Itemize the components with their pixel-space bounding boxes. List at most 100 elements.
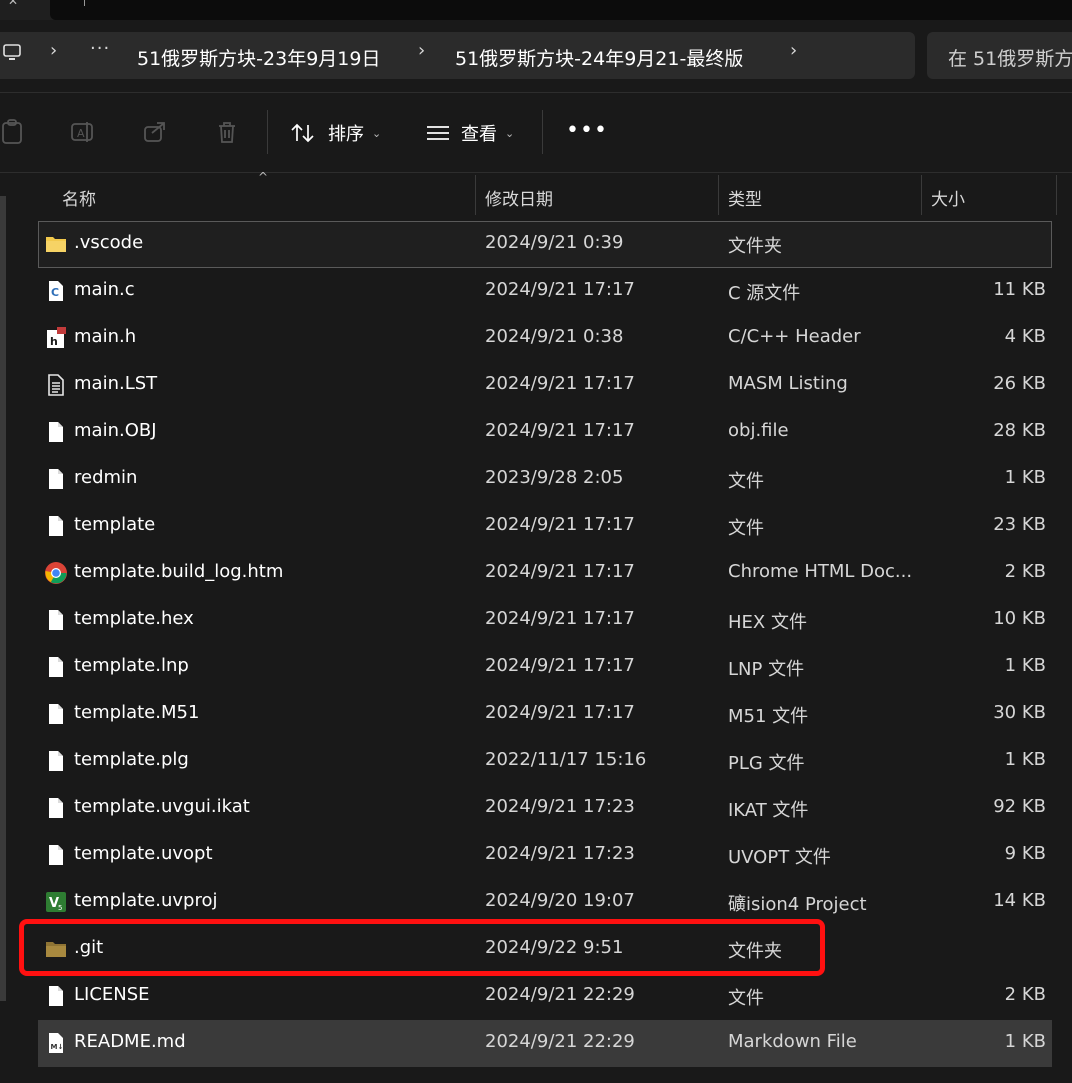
file-type: LNP 文件 [728, 659, 805, 680]
file-row[interactable]: main.LST 2024/9/21 17:17 MASM Listing 26 KB [38, 362, 1052, 409]
file-name: LICENSE [74, 984, 150, 1005]
file-name: template.build_log.htm [74, 561, 284, 582]
file-type: HEX 文件 [728, 612, 807, 633]
column-divider[interactable] [1056, 175, 1057, 215]
file-row[interactable]: redmin 2023/9/28 2:05 文件 1 KB [38, 456, 1052, 503]
file-size: 4 KB [1004, 326, 1046, 347]
file-date: 2024/9/21 17:23 [485, 796, 635, 817]
rename-icon[interactable]: A [69, 118, 97, 146]
file-row[interactable]: template.uvgui.ikat 2024/9/21 17:23 IKAT 文… [38, 785, 1052, 832]
divider [0, 172, 1072, 173]
header-file-icon: h [44, 326, 68, 350]
column-divider[interactable] [921, 175, 922, 215]
file-name: README.md [74, 1031, 186, 1052]
scrollbar[interactable] [0, 196, 6, 1001]
file-name: template.plg [74, 749, 189, 770]
file-icon [44, 655, 68, 679]
file-type: 文件 [728, 988, 764, 1009]
column-header-size[interactable]: 大小 [931, 177, 1055, 215]
column-header-date[interactable]: 修改日期 [485, 177, 717, 215]
file-size: 26 KB [993, 373, 1046, 394]
file-type: Chrome HTML Doc... [728, 561, 913, 582]
file-row[interactable]: .vscode 2024/9/21 0:39 文件夹 [38, 221, 1052, 268]
file-date: 2024/9/21 17:17 [485, 702, 635, 723]
file-row[interactable]: h main.h 2024/9/21 0:38 C/C++ Header 4 KB [38, 315, 1052, 362]
file-type: M51 文件 [728, 706, 809, 727]
column-header-name[interactable]: 名称 [62, 177, 474, 215]
column-header-type[interactable]: 类型 [728, 177, 920, 215]
breadcrumb-item-2[interactable]: 51俄罗斯方块-24年9月21-最终版 [455, 44, 743, 71]
svg-text:A: A [77, 127, 85, 140]
file-size: 92 KB [993, 796, 1046, 817]
file-type: MASM Listing [728, 373, 848, 394]
file-date: 2024/9/20 19:07 [485, 890, 635, 911]
file-row[interactable]: main.OBJ 2024/9/21 17:17 obj.file 28 KB [38, 409, 1052, 456]
file-type: PLG 文件 [728, 753, 805, 774]
column-divider[interactable] [718, 175, 719, 215]
file-row[interactable]: template.M51 2024/9/21 17:17 M51 文件 30 KB [38, 691, 1052, 738]
file-date: 2024/9/21 0:38 [485, 326, 624, 347]
file-date: 2024/9/21 17:17 [485, 420, 635, 441]
file-size: 30 KB [993, 702, 1046, 723]
file-type: 文件夹 [728, 236, 782, 257]
file-name: template.uvproj [74, 890, 218, 911]
file-type: C/C++ Header [728, 326, 861, 347]
file-size: 9 KB [1004, 843, 1046, 864]
file-size: 1 KB [1004, 1031, 1046, 1052]
chrome-icon [44, 561, 68, 585]
more-options-button[interactable]: ••• [566, 118, 608, 143]
file-row[interactable]: template.plg 2022/11/17 15:16 PLG 文件 1 KB [38, 738, 1052, 785]
file-type: UVOPT 文件 [728, 847, 831, 868]
file-name: main.c [74, 279, 135, 300]
file-name: .vscode [74, 232, 144, 253]
file-type: 礦ision4 Project [728, 894, 867, 915]
toolbar-separator [267, 110, 268, 154]
file-name: template.lnp [74, 655, 189, 676]
keil-project-icon: V5 [44, 890, 68, 914]
file-name: template.uvopt [74, 843, 213, 864]
file-icon [44, 749, 68, 773]
file-row[interactable]: template.hex 2024/9/21 17:17 HEX 文件 10 KB [38, 597, 1052, 644]
sort-label: 排序 [328, 124, 364, 145]
tab-strip-input[interactable] [50, 0, 1072, 20]
file-row[interactable]: template.lnp 2024/9/21 17:17 LNP 文件 1 KB [38, 644, 1052, 691]
view-button[interactable]: 查看 ⌄ [425, 116, 514, 150]
file-date: 2024/9/21 17:17 [485, 655, 635, 676]
file-row[interactable]: LICENSE 2024/9/21 22:29 文件 2 KB [38, 973, 1052, 1020]
command-bar: A 排序 ⌄ 查看 ⌄ ••• [0, 96, 1072, 172]
divider [0, 92, 1072, 93]
delete-icon[interactable] [213, 118, 241, 146]
sort-button[interactable]: 排序 ⌄ [290, 116, 381, 150]
file-row[interactable]: M↓ README.md 2024/9/21 22:29 Markdown File 1… [38, 1020, 1052, 1067]
file-size: 28 KB [993, 420, 1046, 441]
file-type: obj.file [728, 420, 789, 441]
this-pc-icon[interactable] [2, 43, 22, 63]
file-size: 1 KB [1004, 467, 1046, 488]
file-date: 2024/9/21 17:17 [485, 279, 635, 300]
search-input[interactable]: 在 51俄罗斯方 [927, 32, 1072, 79]
pin-icon[interactable]: ✕ [8, 0, 22, 8]
file-date: 2024/9/21 17:17 [485, 514, 635, 535]
file-icon [44, 608, 68, 632]
breadcrumb-item-1[interactable]: 51俄罗斯方块-23年9月19日 [137, 44, 380, 71]
file-row[interactable]: template.build_log.htm 2024/9/21 17:17 Chr… [38, 550, 1052, 597]
column-divider[interactable] [475, 175, 476, 215]
svg-text:h: h [50, 335, 58, 348]
file-type: 文件 [728, 518, 764, 539]
file-row[interactable]: Cmain.c 2024/9/21 17:17 C 源文件 11 KB [38, 268, 1052, 315]
file-icon [44, 467, 68, 491]
file-size: 23 KB [993, 514, 1046, 535]
c-file-icon: C [44, 279, 68, 303]
chevron-right-icon[interactable]: › [418, 40, 425, 61]
paste-icon[interactable] [0, 118, 28, 146]
share-icon[interactable] [141, 118, 169, 146]
file-row[interactable]: template.uvopt 2024/9/21 17:23 UVOPT 文件 9 K… [38, 832, 1052, 879]
file-icon [44, 514, 68, 538]
sort-icon [291, 123, 314, 143]
breadcrumb-overflow[interactable]: ··· [90, 38, 110, 59]
address-bar[interactable]: › ··· 51俄罗斯方块-23年9月19日 › 51俄罗斯方块-24年9月21… [0, 32, 915, 79]
chevron-right-icon[interactable]: › [790, 40, 797, 61]
file-size: 1 KB [1004, 749, 1046, 770]
file-row[interactable]: template 2024/9/21 17:17 文件 23 KB [38, 503, 1052, 550]
file-size: 14 KB [993, 890, 1046, 911]
